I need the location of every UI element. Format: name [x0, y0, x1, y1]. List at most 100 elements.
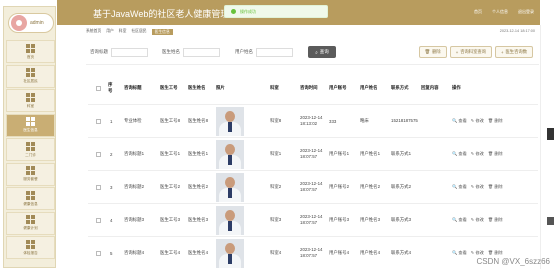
table-row: 4 咨询标题3 医生工号3 医生姓名3 科室3 2023-12-14 18:07:57 用户… [88, 204, 538, 237]
search-field-title: 咨询标题 [90, 47, 148, 57]
delete-row-button[interactable]: 🗑 删除 [488, 184, 503, 190]
search-button[interactable]: ⌕ 查询 [308, 46, 336, 58]
delete-row-button[interactable]: 🗑 删除 [488, 151, 503, 157]
header-links: 首页 个人信息 退出登录 [474, 9, 534, 15]
sidebar-item-label: 医生信息 [23, 128, 38, 132]
back-to-top-button[interactable] [547, 217, 554, 225]
edit-label: 修改 [475, 151, 484, 156]
title-input[interactable] [111, 47, 148, 57]
cell-doc_id: 医生工号3 [160, 217, 181, 222]
breadcrumb-item[interactable]: 科室 [119, 29, 127, 34]
col-header: 联系方式 [391, 85, 409, 90]
view-button[interactable]: 🔍 查看 [452, 217, 467, 223]
row-checkbox[interactable] [96, 237, 101, 269]
row-checkbox[interactable] [96, 171, 101, 203]
sidebar-item[interactable]: 服务套餐 [6, 162, 55, 186]
col-header: 科室 [270, 85, 279, 90]
edit-button[interactable]: ✎ 修改 [471, 118, 484, 124]
delete-row-button[interactable]: 🗑 删除 [488, 250, 503, 256]
package-icon [26, 166, 35, 175]
sidebar-item-label: 首页 [26, 54, 35, 59]
row-checkbox[interactable] [96, 138, 101, 170]
cell-account: 用户账号2 [329, 184, 350, 189]
cell-title: 专业体检 [124, 118, 142, 123]
cell-title: 咨询标题2 [124, 184, 145, 189]
col-header: 操作 [452, 85, 461, 90]
delete-label: 删除 [432, 49, 441, 54]
delete-button[interactable]: 🗑 删除 [418, 46, 447, 58]
delete-row-button[interactable]: 🗑 删除 [488, 217, 503, 223]
header-link-home[interactable]: 首页 [474, 9, 482, 15]
edit-button[interactable]: ✎ 修改 [471, 184, 484, 190]
breadcrumb-item[interactable]: 社区居民 [131, 29, 146, 34]
delete-row-button[interactable]: 🗑 删除 [488, 118, 503, 124]
table-row: 2 咨询标题1 医生工号1 医生姓名1 科室1 2023-12-14 18:07:57 用户… [88, 138, 538, 171]
search-bar: 咨询标题 医生姓名 用户姓名 ⌕ 查询 🗑 删除 + 咨询科室查询 + 医生咨询… [90, 44, 535, 60]
cell-user: 略床 [360, 118, 369, 123]
scrollbar[interactable] [540, 25, 541, 269]
cell-title: 咨询标题3 [124, 217, 145, 222]
edit-button[interactable]: ✎ 修改 [471, 250, 484, 256]
row-actions: 🔍 查看 ✎ 修改 🗑 删除 [452, 171, 503, 203]
breadcrumb-item[interactable]: 用户 [106, 29, 114, 34]
view-label: 查看 [458, 151, 467, 156]
table-row: 5 咨询标题4 医生工号4 医生姓名4 科室4 2023-12-14 18:07:57 用户… [88, 237, 538, 269]
header-link-logout[interactable]: 退出登录 [518, 9, 534, 15]
cell-dept: 科室4 [270, 250, 282, 255]
sidebar-item[interactable]: 健康计划 [6, 211, 55, 235]
col-header: 照片 [216, 85, 225, 90]
doctor-name-input[interactable] [183, 47, 220, 57]
side-toggle-button[interactable] [547, 128, 554, 140]
report-icon [26, 239, 35, 249]
sidebar-item[interactable]: 体检报告 [6, 236, 55, 259]
breadcrumb: 系统首页 用户 科室 社区居民 医生信息 2023-12-14 18:17:00 [86, 27, 539, 36]
cell-user: 用户姓名4 [360, 250, 381, 255]
sidebar-item[interactable]: 科室 [6, 89, 55, 112]
search-label: 咨询标题 [90, 49, 108, 54]
edit-button[interactable]: ✎ 修改 [471, 217, 484, 223]
search-icon: ⌕ [315, 49, 318, 55]
col-header: 咨询标题 [124, 85, 142, 90]
sidebar-item[interactable]: 首页 [6, 40, 55, 63]
divider [86, 64, 539, 65]
view-button[interactable]: 🔍 查看 [452, 250, 467, 256]
sidebar-item-label: 健康信息 [23, 201, 38, 206]
table-header: 序号 咨询标题 医生工号 医生姓名 照片 科室 咨询时间 用户账号 用户姓名 联… [88, 72, 538, 105]
col-header: 用户姓名 [360, 85, 378, 90]
data-table: 序号 咨询标题 医生工号 医生姓名 照片 科室 咨询时间 用户账号 用户姓名 联… [88, 72, 538, 269]
count-button[interactable]: + 医生咨询数 [495, 46, 533, 58]
col-header: 咨询时间 [300, 85, 318, 90]
sidebar-item[interactable]: 医生信息 [6, 113, 55, 137]
sidebar-item-label: 服务套餐 [23, 177, 38, 181]
doctor-photo [216, 237, 244, 269]
sidebar-item[interactable]: 二门诊 [6, 138, 55, 161]
health-icon [26, 190, 35, 200]
sidebar-item[interactable]: 健康信息 [6, 187, 55, 210]
sidebar-item-label: 社区居民 [23, 79, 38, 83]
stats-button[interactable]: + 咨询科室查询 [449, 46, 492, 58]
view-button[interactable]: 🔍 查看 [452, 151, 467, 157]
user-name-input[interactable] [256, 47, 293, 57]
cell-title: 咨询标题1 [124, 151, 145, 156]
edit-button[interactable]: ✎ 修改 [471, 151, 484, 157]
row-checkbox[interactable] [96, 204, 101, 236]
breadcrumb-active-tag[interactable]: 医生信息 [151, 28, 173, 35]
edit-label: 修改 [475, 184, 484, 189]
row-actions: 🔍 查看 ✎ 修改 🗑 删除 [452, 204, 503, 236]
sidebar: admin 首页社区居民科室医生信息二门诊服务套餐健康信息健康计划 体检报告 [3, 6, 56, 268]
cell-doc_name: 医生姓名8 [188, 118, 209, 123]
success-icon [231, 9, 236, 14]
view-button[interactable]: 🔍 查看 [452, 118, 467, 124]
row-checkbox[interactable] [96, 105, 101, 137]
plus-icon: + [455, 49, 459, 55]
view-button[interactable]: 🔍 查看 [452, 184, 467, 190]
col-header: 医生工号 [160, 85, 178, 90]
col-header: 回复内容 [421, 85, 439, 90]
sidebar-item[interactable]: 社区居民 [6, 64, 55, 88]
breadcrumb-item[interactable]: 系统首页 [86, 29, 101, 34]
select-all-checkbox[interactable] [96, 72, 101, 104]
header-link-profile[interactable]: 个人信息 [492, 9, 508, 15]
watermark: CSDN @VX_6szz66 [476, 257, 550, 266]
cell-account: 用户账号1 [329, 151, 350, 156]
user-box[interactable]: admin [8, 13, 54, 33]
